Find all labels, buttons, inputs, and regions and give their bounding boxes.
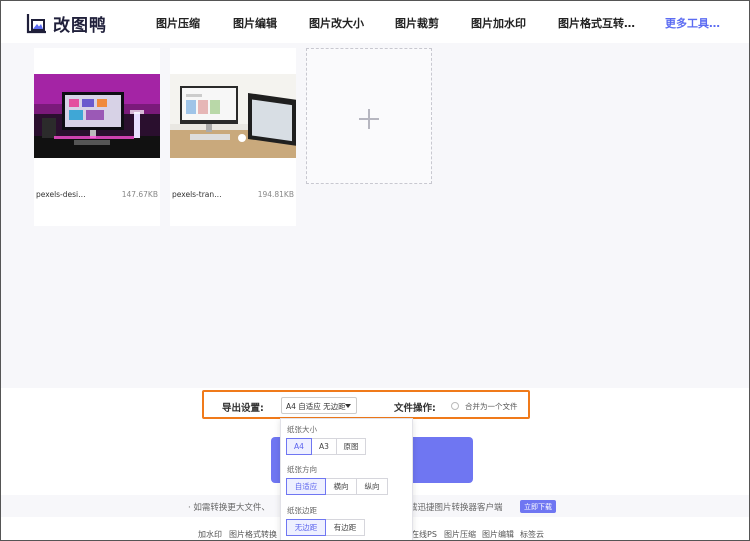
- nav-item-compress[interactable]: 图片压缩: [156, 15, 200, 31]
- orientation-option-landscape[interactable]: 横向: [325, 478, 357, 495]
- merge-file-radio[interactable]: [451, 402, 459, 410]
- margin-option-with[interactable]: 有边距: [325, 519, 365, 536]
- footer-link-watermark[interactable]: 加水印: [198, 529, 222, 540]
- file-name: pexels-desi…: [36, 190, 86, 199]
- orientation-option-portrait[interactable]: 纵向: [356, 478, 388, 495]
- file-size: 194.81KB: [257, 190, 294, 199]
- orientation-options: 自适应 横向 纵向: [286, 478, 388, 495]
- paper-size-option-original[interactable]: 原图: [336, 438, 366, 455]
- export-settings-bar: 导出设置: A4 自适应 无边距 文件操作: 合并为一个文件: [202, 390, 530, 419]
- download-client-button[interactable]: 立即下载: [520, 500, 556, 513]
- export-settings-select[interactable]: A4 自适应 无边距: [281, 397, 357, 414]
- file-card[interactable]: pexels-desi… 147.67KB: [34, 48, 160, 226]
- plus-icon: [359, 109, 379, 129]
- file-thumbnail: [170, 74, 296, 158]
- file-card[interactable]: pexels-tran… 194.81KB: [170, 48, 296, 226]
- caret-down-icon: [345, 404, 351, 408]
- footer-link-online-ps[interactable]: 在线PS: [411, 529, 437, 540]
- file-size: 147.67KB: [121, 190, 158, 199]
- paper-size-option-a3[interactable]: A3: [311, 438, 337, 455]
- file-operation-label: 文件操作:: [394, 403, 436, 414]
- app-window: 改图鸭 图片压缩 图片编辑 图片改大小 图片裁剪 图片加水印 图片格式互转… 更…: [0, 0, 750, 541]
- footer-link-format-convert[interactable]: 图片格式转换: [229, 529, 277, 540]
- nav-item-crop[interactable]: 图片裁剪: [395, 15, 439, 31]
- file-thumbnail: [34, 74, 160, 158]
- margin-option-none[interactable]: 无边距: [286, 519, 326, 536]
- export-settings-value: A4 自适应 无边距: [286, 402, 346, 411]
- logo-icon: [25, 13, 47, 35]
- top-nav: 改图鸭 图片压缩 图片编辑 图片改大小 图片裁剪 图片加水印 图片格式互转… 更…: [1, 1, 749, 43]
- paper-size-title: 纸张大小: [287, 425, 317, 434]
- nav-item-more-tools[interactable]: 更多工具…: [665, 15, 720, 31]
- file-name: pexels-tran…: [172, 190, 222, 199]
- footer-link-compress[interactable]: 图片压缩: [444, 529, 476, 540]
- footer-link-tag-cloud[interactable]: 标签云: [520, 529, 544, 540]
- paper-size-option-a4[interactable]: A4: [286, 438, 312, 455]
- paper-size-options: A4 A3 原图: [286, 438, 366, 455]
- promo-text-right: 载迅捷图片转换器客户端: [409, 503, 503, 513]
- export-settings-label: 导出设置:: [222, 403, 264, 414]
- orientation-title: 纸张方向: [287, 465, 317, 474]
- nav-item-watermark[interactable]: 图片加水印: [471, 15, 526, 31]
- promo-text-left: · 如需转换更大文件、: [188, 503, 270, 513]
- nav-item-format-convert[interactable]: 图片格式互转…: [558, 15, 635, 31]
- nav-item-edit[interactable]: 图片编辑: [233, 15, 277, 31]
- footer-link-edit[interactable]: 图片编辑: [482, 529, 514, 540]
- nav-item-resize[interactable]: 图片改大小: [309, 15, 364, 31]
- logo-text: 改图鸭: [53, 16, 107, 36]
- orientation-option-auto[interactable]: 自适应: [286, 478, 326, 495]
- upload-area: pexels-desi… 147.67KB pexels-tran… 194.8…: [1, 43, 749, 388]
- add-file-button[interactable]: [306, 48, 432, 184]
- margin-options: 无边距 有边距: [286, 519, 365, 536]
- margin-title: 纸张边距: [287, 506, 317, 515]
- export-settings-dropdown: 纸张大小 A4 A3 原图 纸张方向 自适应 横向 纵向 纸张边距 无边距 有边…: [280, 418, 413, 540]
- logo[interactable]: 改图鸭: [25, 11, 107, 36]
- merge-file-label: 合并为一个文件: [465, 402, 518, 411]
